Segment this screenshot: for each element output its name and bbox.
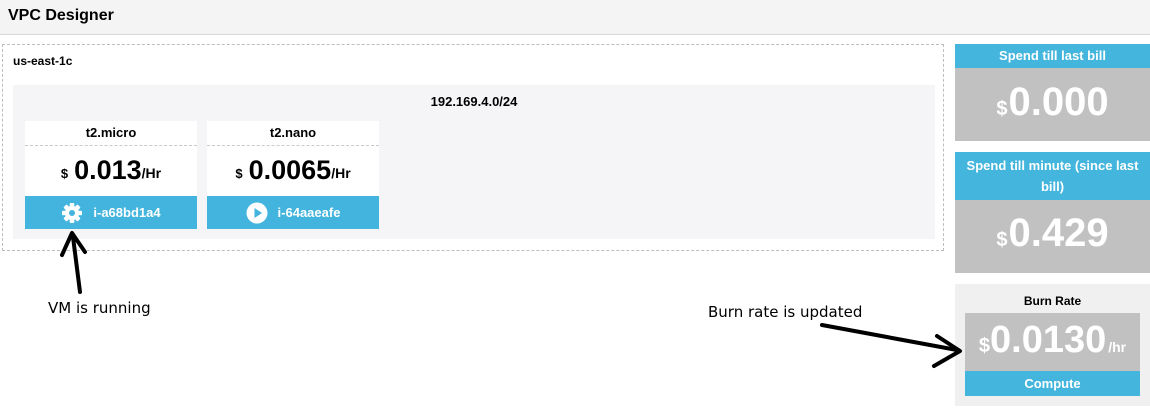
- app-title: VPC Designer: [8, 7, 114, 24]
- burn-rate-value: $ 0.0130 /hr: [965, 313, 1140, 371]
- currency-symbol: $: [996, 229, 1008, 251]
- instance-id[interactable]: i-64aaeafe: [278, 205, 341, 220]
- instance-action-bar[interactable]: i-64aaeafe: [207, 196, 379, 229]
- spend-minute-panel: Spend till minute (since last bill) $ 0.…: [955, 152, 1150, 273]
- burn-rate-footer: Compute: [965, 371, 1140, 396]
- amount-value: 0.000: [1008, 80, 1109, 124]
- spend-last-bill-title: Spend till last bill: [955, 44, 1150, 68]
- price-value: 0.013: [74, 154, 142, 185]
- price-value: 0.0065: [248, 154, 332, 185]
- price-unit: /Hr: [141, 165, 162, 181]
- gear-icon[interactable]: [61, 202, 83, 224]
- burn-rate-panel: Burn Rate $ 0.0130 /hr Compute: [955, 284, 1150, 406]
- currency-symbol: $: [996, 98, 1008, 120]
- spend-minute-title-line: bill): [1040, 179, 1065, 194]
- instance-type: t2.nano: [207, 121, 379, 146]
- spend-last-bill-value: $ 0.000: [955, 68, 1150, 141]
- instance-id[interactable]: i-a68bd1a4: [93, 205, 160, 220]
- burn-rate-title: Burn Rate: [1023, 294, 1082, 308]
- vm-running-annotation: VM is running: [48, 299, 151, 317]
- amount-value: 0.0130: [990, 319, 1107, 361]
- instance-type: t2.micro: [25, 121, 197, 146]
- amount-value: 0.429: [1008, 211, 1109, 255]
- spend-minute-value: $ 0.429: [955, 200, 1150, 273]
- currency-symbol: $: [60, 165, 69, 181]
- subnet: 192.169.4.0/24 t2.micro $ 0.013 /Hr i-a6…: [13, 85, 935, 239]
- availability-zone-label: us-east-1c: [13, 54, 73, 68]
- spend-last-bill-panel: Spend till last bill $ 0.000: [955, 44, 1150, 141]
- instance-price: $ 0.0065 /Hr: [207, 146, 379, 194]
- instance-card[interactable]: t2.micro $ 0.013 /Hr i-a68bd1a4: [25, 121, 197, 229]
- instance-action-bar[interactable]: i-a68bd1a4: [25, 196, 197, 229]
- spend-minute-title-line: Spend till minute (since last: [966, 158, 1139, 173]
- currency-symbol: $: [235, 165, 243, 181]
- instance-card[interactable]: t2.nano $ 0.0065 /Hr i-64aaeafe: [207, 121, 379, 229]
- arrow-to-burn-rate: [820, 323, 962, 368]
- currency-symbol: $: [978, 335, 990, 357]
- play-icon[interactable]: [246, 202, 268, 224]
- price-unit: /Hr: [331, 165, 351, 181]
- app-header: VPC Designer: [0, 0, 1150, 35]
- rate-unit: /hr: [1108, 339, 1127, 355]
- burn-rate-annotation: Burn rate is updated: [708, 303, 863, 321]
- spend-minute-title: Spend till minute (since last bill): [955, 152, 1150, 200]
- subnet-cidr: 192.169.4.0/24: [430, 94, 518, 109]
- availability-zone: us-east-1c 192.169.4.0/24 t2.micro $ 0.0…: [2, 44, 944, 251]
- instance-price: $ 0.013 /Hr: [25, 146, 197, 194]
